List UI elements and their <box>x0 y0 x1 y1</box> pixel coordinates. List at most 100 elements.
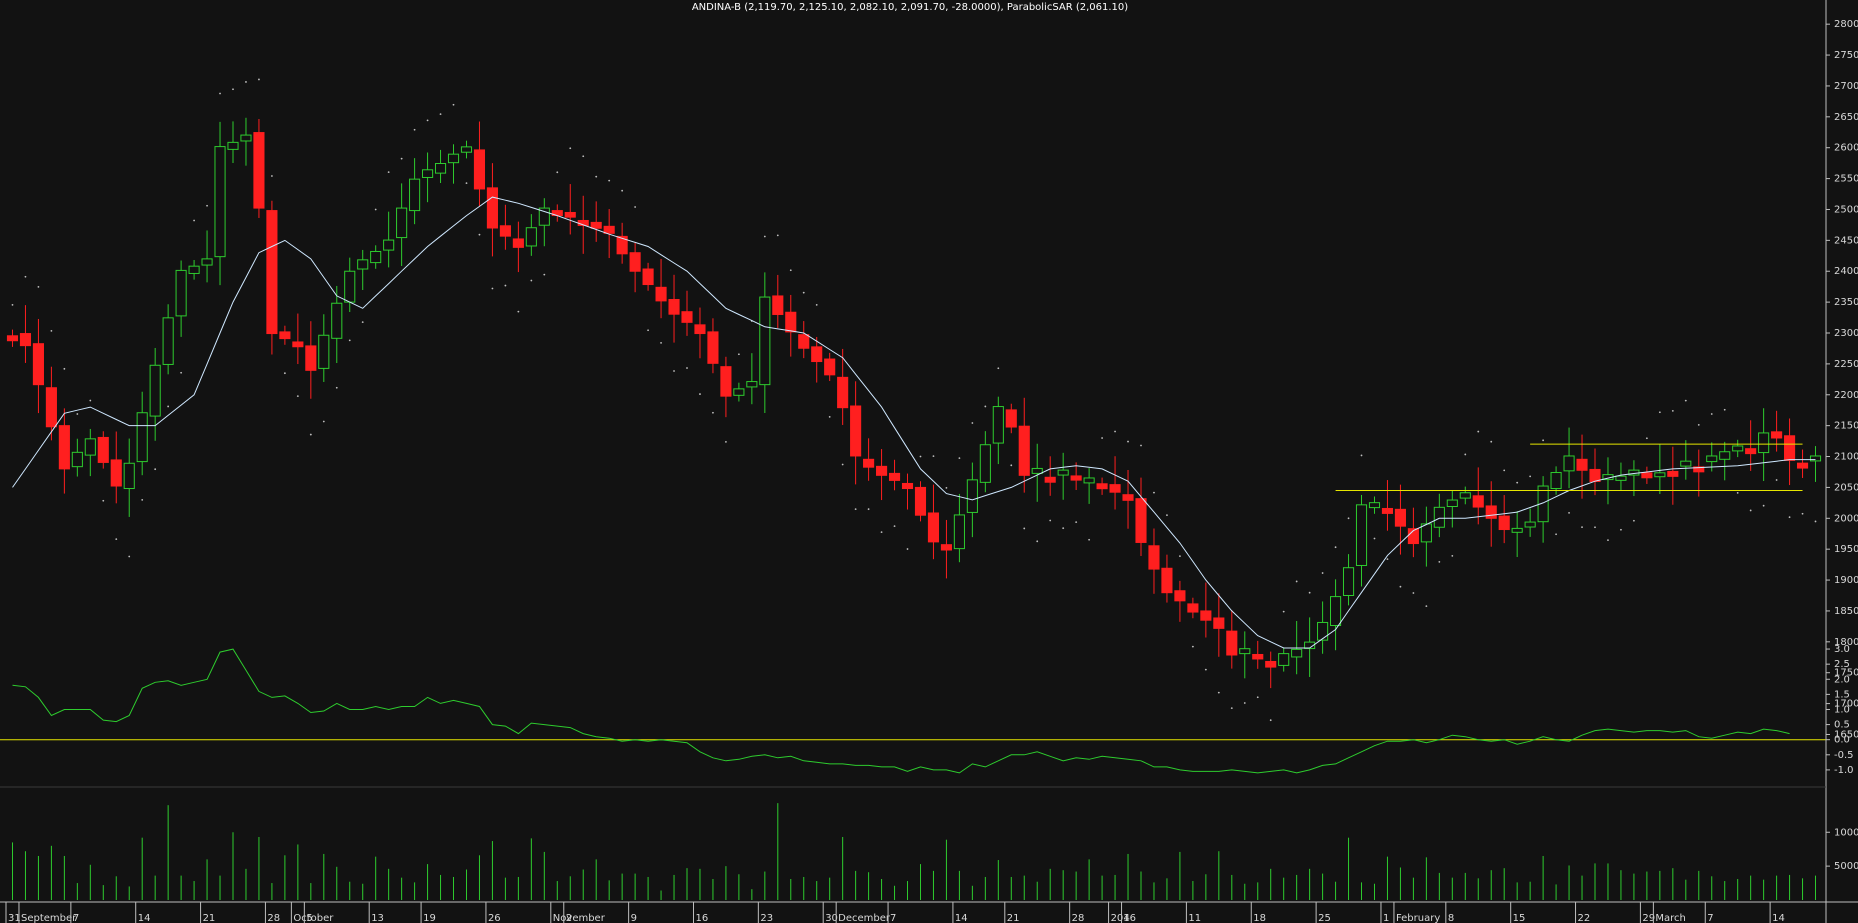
x-tick-label: 26 <box>488 913 501 923</box>
candle-body <box>720 366 732 397</box>
price-tick-label: 2750 <box>1834 50 1858 61</box>
candle-body <box>603 225 615 234</box>
x-tick-label: December <box>838 913 891 923</box>
sar-dot <box>1762 504 1765 507</box>
sar-dot <box>413 128 416 131</box>
sar-dot <box>737 353 740 356</box>
candle-body <box>1239 648 1251 655</box>
sar-dot <box>815 303 818 306</box>
sar-dot <box>958 457 961 460</box>
candle-body <box>1446 499 1458 507</box>
sar-dot <box>1788 516 1791 519</box>
candle-body <box>901 482 914 490</box>
candle-body <box>668 299 680 315</box>
x-tick-label: 23 <box>760 913 773 923</box>
sar-dot <box>167 405 170 408</box>
candle-body <box>1589 468 1601 483</box>
sar-dot <box>1204 668 1207 671</box>
sar-dot <box>1775 479 1778 481</box>
x-tick-label: 28 <box>1072 913 1085 923</box>
candle-body <box>499 225 511 237</box>
price-tick-label: 2500 <box>1834 204 1858 215</box>
sar-dot <box>361 321 364 324</box>
sar-dot <box>1633 519 1635 522</box>
x-tick-label: 14 <box>955 913 968 923</box>
sar-dot <box>893 525 896 528</box>
candle-body <box>1433 506 1445 528</box>
price-tick-label: 2150 <box>1834 421 1858 432</box>
sar-dot <box>1360 454 1363 457</box>
price-tick-label: 2000 <box>1834 513 1858 524</box>
candle-body <box>1472 495 1484 508</box>
sar-dot <box>1581 526 1583 528</box>
candle-body <box>1576 458 1588 471</box>
candle-body <box>979 444 991 483</box>
indicator-tick-label: 0.0 <box>1834 735 1850 746</box>
sar-dot <box>1697 424 1700 426</box>
sar-dot <box>387 171 390 174</box>
sar-dot <box>154 468 157 471</box>
sar-dot <box>1230 707 1233 710</box>
price-tick-label: 2350 <box>1834 297 1858 308</box>
sar-dot <box>569 147 572 150</box>
candle-body <box>863 458 875 468</box>
candle-body <box>940 544 952 551</box>
sar-dot <box>1399 585 1402 588</box>
candle-body <box>1135 498 1147 543</box>
sar-dot <box>712 411 714 414</box>
candle-body <box>1018 425 1030 476</box>
sar-dot <box>1529 475 1532 478</box>
sar-dot <box>867 508 870 511</box>
sar-dot <box>452 103 455 106</box>
sar-dot <box>1490 440 1493 443</box>
candle-body <box>1732 445 1744 452</box>
candle-body <box>1550 472 1562 490</box>
candle-body <box>746 381 758 388</box>
candle-body <box>434 163 447 174</box>
candle-body <box>1615 475 1627 481</box>
candle-body <box>1265 660 1277 668</box>
x-tick-label: 2 <box>566 913 572 923</box>
candle-body <box>811 346 823 363</box>
candle-body <box>473 149 486 190</box>
sar-dot <box>725 440 727 443</box>
sar-dot <box>1555 533 1557 536</box>
price-panel <box>6 78 1822 722</box>
volume-tick-label: 5000 <box>1834 861 1858 872</box>
candle-body <box>1044 476 1056 483</box>
sar-dot <box>984 405 987 408</box>
candle-body <box>19 333 32 347</box>
sar-dot <box>1801 512 1804 515</box>
sar-dot <box>1814 520 1817 523</box>
sar-dot <box>1217 691 1220 694</box>
candle-body <box>1680 460 1692 467</box>
price-tick-label: 2050 <box>1834 482 1858 493</box>
sar-dot <box>1425 605 1428 608</box>
sar-dot <box>1127 440 1129 443</box>
sar-dot <box>776 234 779 237</box>
candle-body <box>1667 470 1679 477</box>
sar-dot <box>1736 492 1739 494</box>
candle-body <box>759 296 771 386</box>
candle-body <box>590 221 602 229</box>
candle-body <box>1148 545 1160 570</box>
candle-body <box>1381 507 1394 514</box>
candle-body <box>383 239 395 251</box>
x-tick-label: 7 <box>73 913 79 923</box>
sar-dot <box>1464 453 1467 456</box>
sar-dot <box>932 455 935 458</box>
sar-dot <box>76 413 79 415</box>
x-tick-label: 14 <box>1772 913 1785 923</box>
candle-body <box>1784 435 1796 461</box>
x-tick-label: 4 <box>1124 913 1130 923</box>
candle-body <box>1317 621 1329 641</box>
candle-body <box>240 134 252 142</box>
sar-dot <box>686 367 688 369</box>
candle-body <box>447 153 460 164</box>
candle-body <box>1654 472 1666 478</box>
x-tick-label: 13 <box>371 913 384 923</box>
candle-body <box>1498 515 1510 531</box>
x-tick-label: 9 <box>631 913 637 923</box>
sar-dot <box>971 422 974 424</box>
candle-body <box>162 317 174 365</box>
